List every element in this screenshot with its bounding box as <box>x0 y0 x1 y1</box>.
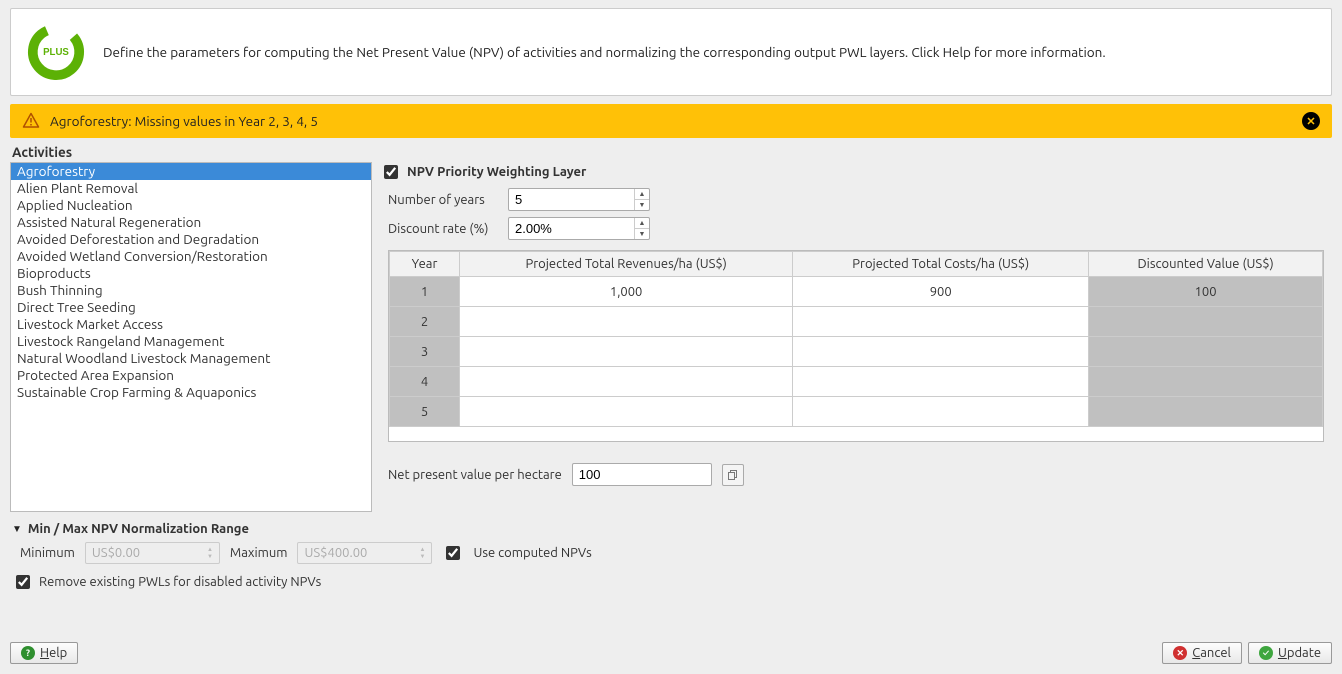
col-year: Year <box>390 252 460 277</box>
check-icon: ✓ <box>1259 646 1273 660</box>
list-item[interactable]: Applied Nucleation <box>11 197 371 214</box>
maximum-label: Maximum <box>230 546 288 560</box>
normalization-header[interactable]: ▼ Min / Max NPV Normalization Range <box>12 522 1332 536</box>
minimum-input: US$0.00 ▲▼ <box>85 542 220 564</box>
npv-pwl-label: NPV Priority Weighting Layer <box>407 165 586 179</box>
list-item[interactable]: Avoided Deforestation and Degradation <box>11 231 371 248</box>
col-cost: Projected Total Costs/ha (US$) <box>793 252 1089 277</box>
cancel-button[interactable]: ✕ Cancel <box>1162 642 1242 664</box>
spinner-up-icon[interactable]: ▲ <box>635 189 649 200</box>
warning-bar: Agroforestry: Missing values in Year 2, … <box>10 104 1332 138</box>
col-revenue: Projected Total Revenues/ha (US$) <box>460 252 793 277</box>
num-years-label: Number of years <box>388 193 498 207</box>
info-banner: PLUS Define the parameters for computing… <box>10 8 1332 96</box>
info-text: Define the parameters for computing the … <box>103 44 1106 60</box>
remove-pwls-checkbox[interactable] <box>16 575 30 589</box>
list-item[interactable]: Livestock Rangeland Management <box>11 333 371 350</box>
npv-pwl-checkbox[interactable] <box>384 165 398 179</box>
table-row[interactable]: 4 <box>390 367 1323 397</box>
app-logo: PLUS <box>27 23 85 81</box>
list-item[interactable]: Natural Woodland Livestock Management <box>11 350 371 367</box>
list-item[interactable]: Bioproducts <box>11 265 371 282</box>
list-item[interactable]: Alien Plant Removal <box>11 180 371 197</box>
npv-panel: NPV Priority Weighting Layer Number of y… <box>378 162 1332 512</box>
list-item[interactable]: Bush Thinning <box>11 282 371 299</box>
minimum-label: Minimum <box>20 546 75 560</box>
spinner-up-icon[interactable]: ▲ <box>635 218 649 229</box>
list-item[interactable]: Agroforestry <box>11 163 371 180</box>
npv-result-label: Net present value per hectare <box>388 468 562 482</box>
npv-result-input[interactable] <box>572 463 712 486</box>
close-icon: ✕ <box>1173 646 1187 660</box>
list-item[interactable]: Protected Area Expansion <box>11 367 371 384</box>
copy-npv-button[interactable] <box>722 464 744 486</box>
warning-text: Agroforestry: Missing values in Year 2, … <box>50 113 318 129</box>
discount-rate-label: Discount rate (%) <box>388 222 498 236</box>
list-item[interactable]: Avoided Wetland Conversion/Restoration <box>11 248 371 265</box>
warning-close-button[interactable]: ✕ <box>1302 112 1320 130</box>
update-button[interactable]: ✓ Update <box>1248 642 1332 664</box>
list-item[interactable]: Sustainable Crop Farming & Aquaponics <box>11 384 371 401</box>
spinner-down-icon[interactable]: ▼ <box>635 200 649 210</box>
expand-icon: ▼ <box>12 523 22 535</box>
npv-table[interactable]: Year Projected Total Revenues/ha (US$) P… <box>388 250 1324 442</box>
maximum-input: US$400.00 ▲▼ <box>297 542 432 564</box>
remove-pwls-label: Remove existing PWLs for disabled activi… <box>39 575 321 589</box>
list-item[interactable]: Direct Tree Seeding <box>11 299 371 316</box>
warning-icon <box>22 112 40 130</box>
help-button[interactable]: ? Help <box>10 642 78 664</box>
table-row[interactable]: 2 <box>390 307 1323 337</box>
list-item[interactable]: Livestock Market Access <box>11 316 371 333</box>
help-icon: ? <box>21 646 35 660</box>
normalization-row: Minimum US$0.00 ▲▼ Maximum US$400.00 ▲▼ … <box>10 542 1332 564</box>
table-row[interactable]: 5 <box>390 397 1323 427</box>
use-computed-label: Use computed NPVs <box>473 546 591 560</box>
discount-rate-input[interactable]: ▲▼ <box>508 217 650 240</box>
list-item[interactable]: Assisted Natural Regeneration <box>11 214 371 231</box>
svg-text:PLUS: PLUS <box>43 47 69 58</box>
activities-heading: Activities <box>12 144 1332 160</box>
use-computed-checkbox[interactable] <box>446 546 460 560</box>
spinner-down-icon[interactable]: ▼ <box>635 229 649 239</box>
col-discounted: Discounted Value (US$) <box>1089 252 1323 277</box>
table-row[interactable]: 11,000900100 <box>390 277 1323 307</box>
num-years-input[interactable]: ▲▼ <box>508 188 650 211</box>
button-bar: ? Help ✕ Cancel ✓ Update <box>10 642 1332 664</box>
table-row[interactable]: 3 <box>390 337 1323 367</box>
activities-list[interactable]: AgroforestryAlien Plant RemovalApplied N… <box>10 162 372 512</box>
